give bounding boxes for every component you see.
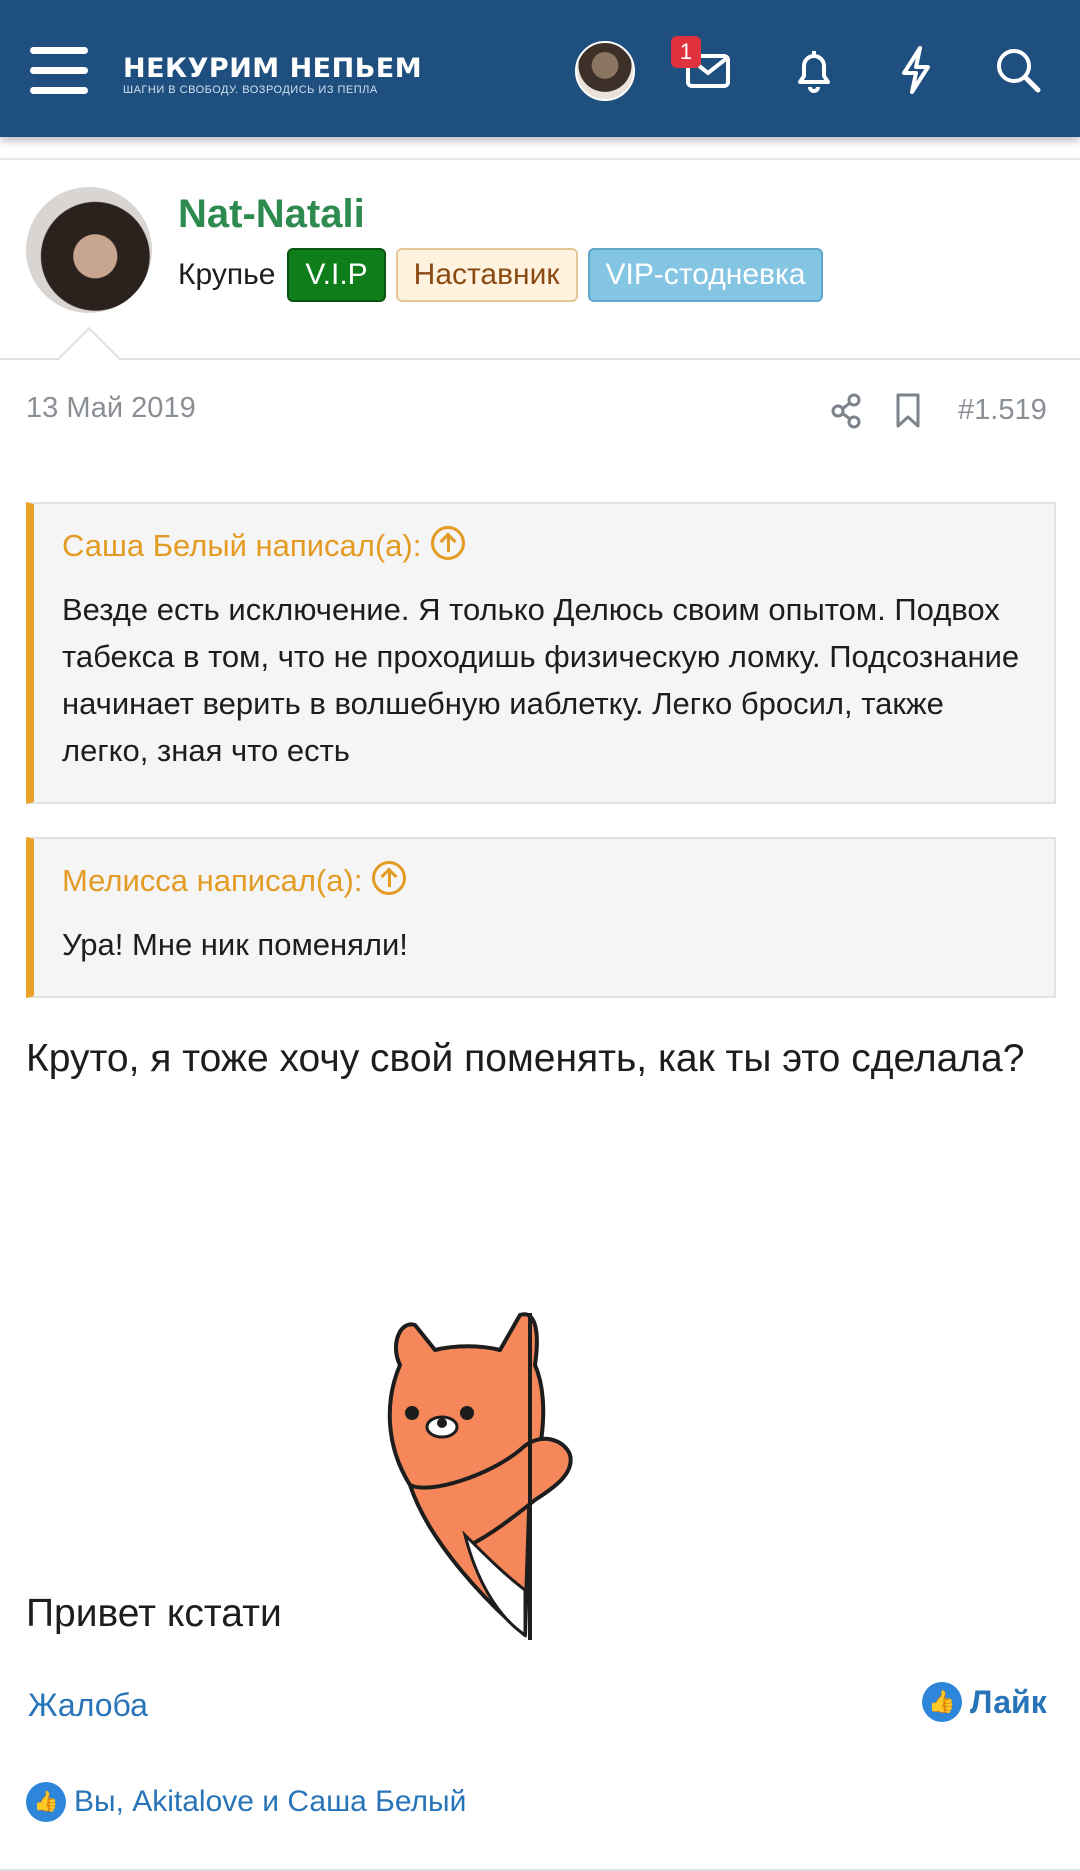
reactions-summary[interactable]: 👍 Вы, Akitalove и Саша Белый bbox=[26, 1782, 466, 1822]
logo-text: НЕКУРИМ НЕПЬЕМ bbox=[123, 53, 423, 84]
post-date[interactable]: 13 Май 2019 bbox=[26, 392, 196, 425]
post-greeting: Привет кстати bbox=[26, 1592, 282, 1635]
arrow-up-circle-icon[interactable] bbox=[431, 526, 466, 560]
site-logo[interactable]: НЕКУРИМ НЕПЬЕМ ШАГНИ В СВОБОДУ. ВОЗРОДИС… bbox=[123, 53, 423, 97]
thumbs-up-icon: 👍 bbox=[26, 1782, 66, 1822]
quote-author[interactable]: Мелисса написал(а): bbox=[34, 839, 1054, 899]
tag-vip-100days: VIP-стодневка bbox=[587, 248, 824, 302]
author-name[interactable]: Nat-Natali bbox=[178, 192, 365, 237]
tag-mentor: Наставник bbox=[395, 248, 578, 302]
author-avatar[interactable] bbox=[26, 187, 152, 313]
quote-text: Везде есть исключение. Я только Делюсь с… bbox=[62, 592, 1020, 768]
bell-icon[interactable] bbox=[786, 42, 842, 98]
like-label: Лайк bbox=[970, 1683, 1047, 1720]
author-role: Крупье bbox=[178, 258, 276, 291]
author-block: Nat-Natali Крупье V.I.P Наставник VIP-ст… bbox=[0, 160, 1080, 360]
quote-block: Мелисса написал(а): Ура! Мне ник поменял… bbox=[26, 837, 1056, 998]
fox-sticker-image bbox=[370, 1305, 610, 1640]
share-icon[interactable] bbox=[830, 393, 862, 429]
report-link[interactable]: Жалоба bbox=[28, 1687, 148, 1724]
post-card: Nat-Natali Крупье V.I.P Наставник VIP-ст… bbox=[0, 158, 1080, 1871]
user-avatar[interactable] bbox=[575, 41, 635, 101]
author-roles: Крупье V.I.P Наставник VIP-стодневка bbox=[178, 248, 824, 302]
quote-block: Саша Белый написал(а): Везде есть исключ… bbox=[26, 502, 1056, 804]
menu-icon[interactable] bbox=[30, 47, 88, 95]
likers-text: Вы, Akitalove и Саша Белый bbox=[74, 1785, 467, 1818]
post-number[interactable]: #1.519 bbox=[958, 394, 1047, 427]
messages-badge: 1 bbox=[671, 36, 701, 68]
quote-text: Ура! Мне ник поменяли! bbox=[62, 927, 408, 962]
post-message: Круто, я тоже хочу свой поменять, как ты… bbox=[26, 1037, 1025, 1080]
search-icon[interactable] bbox=[990, 42, 1046, 98]
thumbs-up-icon: 👍 bbox=[922, 1682, 962, 1722]
logo-slogan: ШАГНИ В СВОБОДУ. ВОЗРОДИСЬ ИЗ ПЕПЛА bbox=[123, 84, 378, 96]
lightning-icon[interactable] bbox=[888, 42, 944, 98]
bookmark-icon[interactable] bbox=[893, 392, 923, 430]
top-navigation-bar: НЕКУРИМ НЕПЬЕМ ШАГНИ В СВОБОДУ. ВОЗРОДИС… bbox=[0, 0, 1080, 137]
arrow-up-circle-icon[interactable] bbox=[372, 861, 407, 895]
quote-author[interactable]: Саша Белый написал(а): bbox=[34, 504, 1054, 564]
like-button[interactable]: 👍 Лайк bbox=[922, 1682, 1047, 1722]
tag-vip: V.I.P bbox=[287, 248, 386, 302]
